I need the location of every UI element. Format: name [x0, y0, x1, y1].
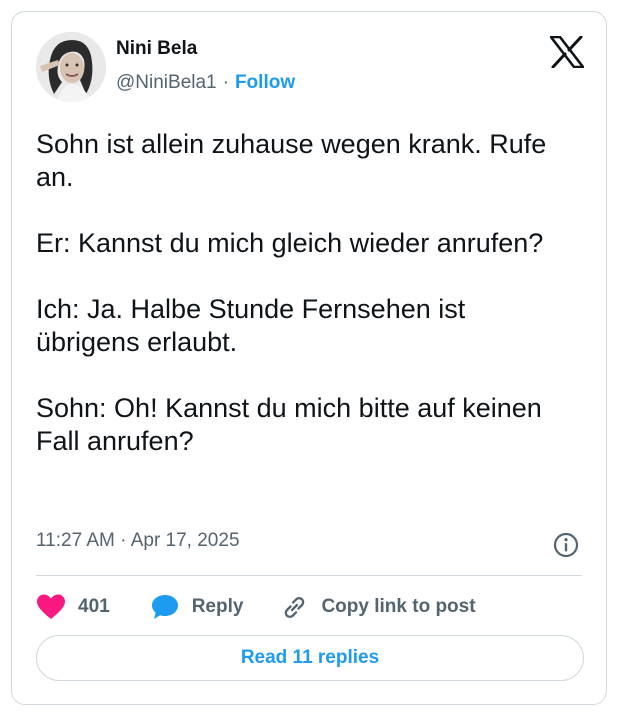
heart-icon	[37, 594, 65, 619]
author-meta: @NiniBela1 · Follow	[116, 72, 295, 94]
tweet-paragraph: Sohn ist allein zuhause wegen krank. Ruf…	[36, 129, 547, 192]
like-count: 401	[78, 596, 110, 617]
copy-link-button[interactable]: Copy link to post	[279, 593, 476, 621]
profile-photo-icon	[36, 32, 106, 102]
x-logo-icon[interactable]	[550, 36, 584, 68]
action-bar: 401 Reply Copy link to post	[36, 590, 476, 624]
author-handle[interactable]: @NiniBela1	[116, 72, 217, 94]
copy-link-label: Copy link to post	[321, 596, 476, 617]
tweet-paragraph: Ich: Ja. Halbe Stunde Fernsehen ist übri…	[36, 294, 466, 357]
speech-bubble-icon	[151, 595, 178, 619]
tweet-timestamp[interactable]: 11:27 AM · Apr 17, 2025	[36, 530, 240, 552]
read-replies-button[interactable]: Read 11 replies	[36, 635, 584, 681]
divider	[36, 575, 582, 576]
author-name[interactable]: Nini Bela	[116, 38, 197, 60]
like-button[interactable]: 401	[36, 593, 110, 621]
link-icon	[285, 596, 305, 619]
tweet-card: Nini Bela @NiniBela1 · Follow Sohn ist a…	[11, 11, 607, 705]
meta-separator: ·	[222, 72, 229, 93]
author-avatar[interactable]	[36, 32, 106, 102]
reply-button[interactable]: Reply	[150, 593, 244, 621]
reply-label: Reply	[191, 596, 244, 617]
tweet-text: Sohn ist allein zuhause wegen krank. Ruf…	[36, 128, 576, 491]
tweet-paragraph: Er: Kannst du mich gleich wieder anrufen…	[36, 228, 544, 258]
follow-link[interactable]: Follow	[235, 72, 295, 94]
tweet-paragraph: Sohn: Oh! Kannst du mich bitte auf keine…	[36, 393, 542, 456]
info-icon[interactable]	[552, 531, 580, 559]
